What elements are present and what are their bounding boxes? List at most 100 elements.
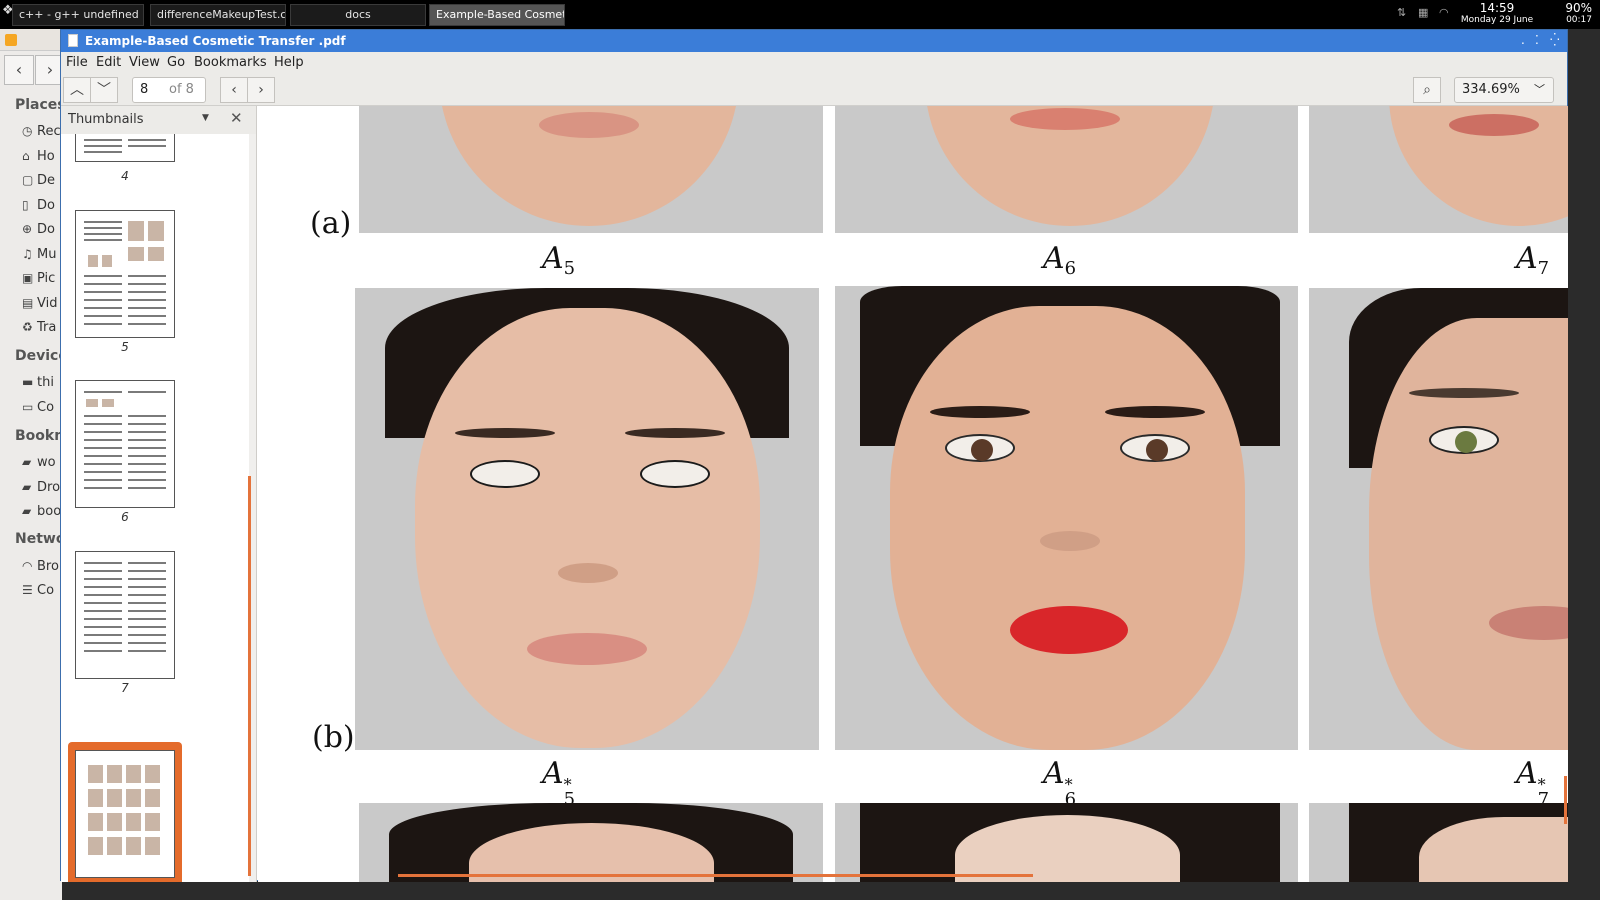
video-icon: ▤ [22, 296, 34, 310]
menu-file[interactable]: File [66, 55, 88, 71]
caption-subscript: 5 [563, 258, 576, 279]
bookmark-item-2[interactable]: ▰ Dro [22, 480, 60, 495]
pdf-viewer-window: Example-Based Cosmetic Transfer .pdf . ⁚… [60, 29, 1568, 882]
wifi-icon: ◠ [22, 559, 33, 573]
caption-a7: A7 [1516, 241, 1549, 279]
zoom-value: 334.69% [1462, 82, 1520, 97]
battery-indicator[interactable]: 90% 00:17 [1540, 1, 1598, 26]
forward-button[interactable]: › [35, 55, 62, 85]
clock[interactable]: 14:59 Monday 29 June [1459, 1, 1535, 26]
thumbnail-page-5[interactable] [75, 210, 175, 338]
task-button-1[interactable]: c++ - g++ undefined re... [12, 4, 144, 26]
wifi-tray-icon[interactable]: ◠ [1439, 7, 1453, 19]
chevron-down-icon[interactable]: ▼ [202, 113, 209, 123]
page-number-input[interactable]: 8 of 8 [132, 77, 206, 103]
horizontal-scrollbar[interactable] [398, 874, 1033, 877]
file-manager-titlebar [0, 29, 62, 51]
battery-time: 00:17 [1566, 15, 1592, 25]
thumbnail-label-7: 7 [121, 681, 129, 695]
task-button-3[interactable]: docs [290, 4, 426, 26]
keyboard-tray-icon[interactable]: ▦ [1418, 7, 1432, 19]
window-titlebar[interactable]: Example-Based Cosmetic Transfer .pdf . ⁚… [61, 30, 1567, 52]
caption-base: A [542, 756, 564, 791]
places-item-label: Ho [37, 149, 55, 164]
device-item-1[interactable]: ▬ thi [22, 375, 54, 390]
caption-a7-star: A * 7 [1516, 756, 1552, 810]
places-item-documents[interactable]: ▯ Do [22, 198, 55, 213]
thumbnail-page-6[interactable] [75, 380, 175, 508]
caption-a5-star: A * 5 [542, 756, 578, 810]
places-item-recent[interactable]: ◷ Rec [22, 124, 61, 139]
places-item-label: Pic [37, 271, 56, 286]
vertical-scrollbar[interactable] [1564, 776, 1567, 824]
bookmark-item-3[interactable]: ▰ boo [22, 504, 61, 519]
task-button-2[interactable]: differenceMakeupTest.cc... [150, 4, 286, 26]
caption-base: A [1043, 241, 1065, 276]
task-button-4[interactable]: Example-Based Cosmeti... [429, 4, 565, 26]
pdf-document-icon [68, 34, 78, 47]
figure-photo-a4-top [359, 106, 823, 233]
menu-bar: File Edit View Go Bookmarks Help [61, 52, 1567, 74]
network-heading: Netwo [15, 531, 62, 547]
search-button[interactable]: ⌕ [1413, 77, 1441, 103]
close-sidebar-icon[interactable]: ✕ [230, 109, 243, 127]
sidebar-title[interactable]: Thumbnails [68, 112, 144, 127]
places-item-home[interactable]: ⌂ Ho [22, 149, 55, 164]
figure-photo-a7 [1309, 288, 1568, 750]
thumbnail-page-7[interactable] [75, 551, 175, 679]
places-item-videos[interactable]: ▤ Vid [22, 296, 57, 311]
places-item-music[interactable]: ♫ Mu [22, 247, 56, 262]
places-item-label: Do [37, 222, 55, 237]
document-view[interactable]: (a) A5 A6 A7 (b) A * 5 A * 6 A * 7 [258, 106, 1568, 882]
thumbnail-page-4[interactable] [75, 134, 175, 162]
clock-date: Monday 29 June [1460, 15, 1534, 25]
places-item-desktop[interactable]: ▢ De [22, 173, 55, 188]
figure-photo-a5 [355, 288, 819, 750]
thumbnail-label-6: 6 [121, 510, 129, 524]
file-manager-sidebar: ‹ › Places ◷ Rec ⌂ Ho ▢ De ▯ Do ⊕ Do ♫ Mu ▣ Pic… [0, 51, 62, 900]
menu-edit[interactable]: Edit [96, 55, 121, 71]
caption-base: A [1043, 756, 1065, 791]
menu-go[interactable]: Go [167, 55, 185, 71]
thumbnail-page-8[interactable] [75, 750, 175, 878]
caption-base: A [1516, 241, 1538, 276]
back-button[interactable]: ‹ [4, 55, 34, 85]
history-back-button[interactable]: ‹ [220, 77, 248, 103]
sidebar-scrollbar[interactable] [248, 476, 251, 876]
caption-a6-star: A * 6 [1043, 756, 1079, 810]
figure-photo-a5-top [835, 106, 1298, 233]
previous-page-button[interactable]: ︿ [63, 77, 91, 103]
device-item-2[interactable]: ▭ Co [22, 400, 54, 415]
trash-icon: ♻ [22, 320, 33, 334]
folder-app-icon [5, 34, 17, 46]
window-title: Example-Based Cosmetic Transfer .pdf [85, 34, 346, 48]
caption-a5: A5 [542, 241, 575, 279]
bookmark-item-label: boo [37, 504, 62, 519]
network-tray-icon[interactable]: ⇅ [1397, 7, 1411, 19]
minimize-button[interactable]: . [1521, 31, 1525, 49]
next-page-button[interactable]: ﹀ [90, 77, 118, 103]
bookmarks-heading: Bookm [15, 428, 62, 444]
network-item-connect[interactable]: ☰ Co [22, 583, 54, 598]
network-item-browse[interactable]: ◠ Bro [22, 559, 59, 574]
close-window-button[interactable]: ⁛ [1550, 31, 1560, 49]
page-total: of 8 [169, 82, 194, 97]
places-item-trash[interactable]: ♻ Tra [22, 320, 56, 335]
device-item-label: thi [37, 375, 54, 390]
places-item-downloads[interactable]: ⊕ Do [22, 222, 55, 237]
menu-view[interactable]: View [129, 55, 160, 71]
drive-icon: ▬ [22, 375, 34, 389]
bookmark-item-1[interactable]: ▰ wo [22, 455, 56, 470]
clock-icon: ◷ [22, 124, 33, 138]
history-forward-button[interactable]: › [247, 77, 275, 103]
network-item-label: Co [37, 583, 55, 598]
menu-bookmarks[interactable]: Bookmarks [194, 55, 267, 71]
maximize-button[interactable]: ⁚ [1535, 31, 1539, 49]
menu-help[interactable]: Help [274, 55, 304, 71]
places-heading: Places [15, 97, 62, 113]
caption-base: A [1516, 756, 1538, 791]
thumbnail-list[interactable]: 4 5 6 7 [61, 134, 249, 882]
zoom-select[interactable]: 334.69% ﹀ [1454, 77, 1554, 103]
places-item-pictures[interactable]: ▣ Pic [22, 271, 55, 286]
device-item-label: Co [37, 400, 55, 415]
